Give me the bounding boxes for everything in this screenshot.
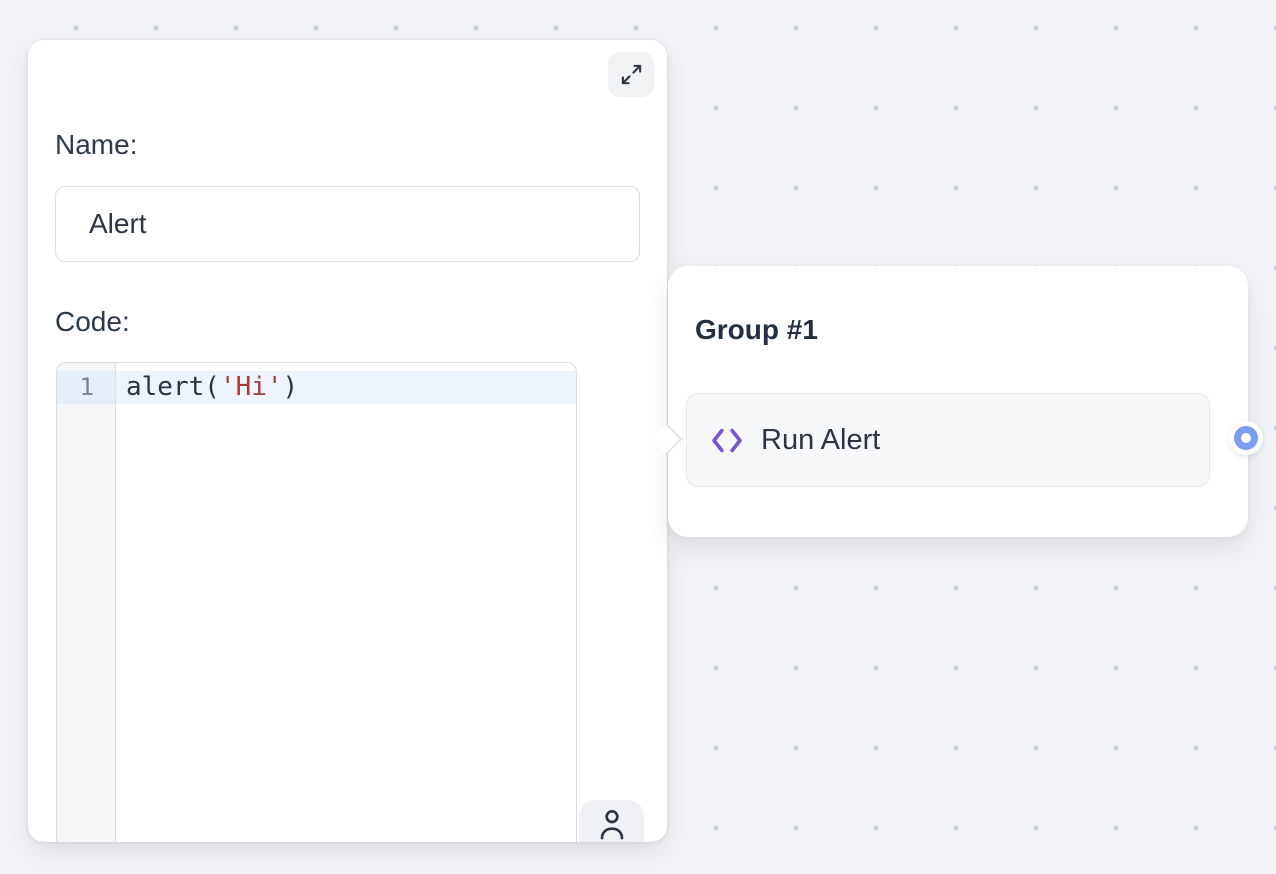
- line-number: 1: [57, 371, 115, 404]
- connection-handle[interactable]: [1229, 421, 1263, 455]
- user-button[interactable]: [579, 800, 644, 842]
- code-string-token: 'Hi': [220, 372, 283, 402]
- code-label: Code:: [55, 305, 130, 339]
- node-editor-panel: Name: Code: 1 alert('Hi'): [28, 40, 667, 842]
- name-label: Name:: [55, 128, 137, 162]
- code-line: alert('Hi'): [116, 371, 576, 404]
- code-token: alert(: [126, 372, 220, 402]
- editor-content[interactable]: alert('Hi'): [116, 363, 576, 842]
- flow-canvas[interactable]: Name: Code: 1 alert('Hi') Gr: [0, 0, 1276, 874]
- group-node-card[interactable]: Group #1 Run Alert: [668, 266, 1248, 537]
- connection-handle-ring: [1234, 426, 1258, 450]
- group-title: Group #1: [695, 314, 818, 346]
- code-icon: [710, 427, 744, 454]
- node-run-alert[interactable]: Run Alert: [686, 393, 1210, 487]
- code-editor[interactable]: 1 alert('Hi'): [56, 362, 577, 842]
- node-label: Run Alert: [761, 424, 880, 457]
- editor-gutter: 1: [57, 363, 116, 842]
- panel-content: Name: Code: 1 alert('Hi'): [28, 40, 667, 842]
- person-icon: [596, 806, 628, 842]
- code-token: ): [283, 372, 299, 402]
- name-input[interactable]: [55, 186, 640, 262]
- expand-diagonal-icon: [620, 63, 643, 86]
- expand-button[interactable]: [608, 52, 654, 97]
